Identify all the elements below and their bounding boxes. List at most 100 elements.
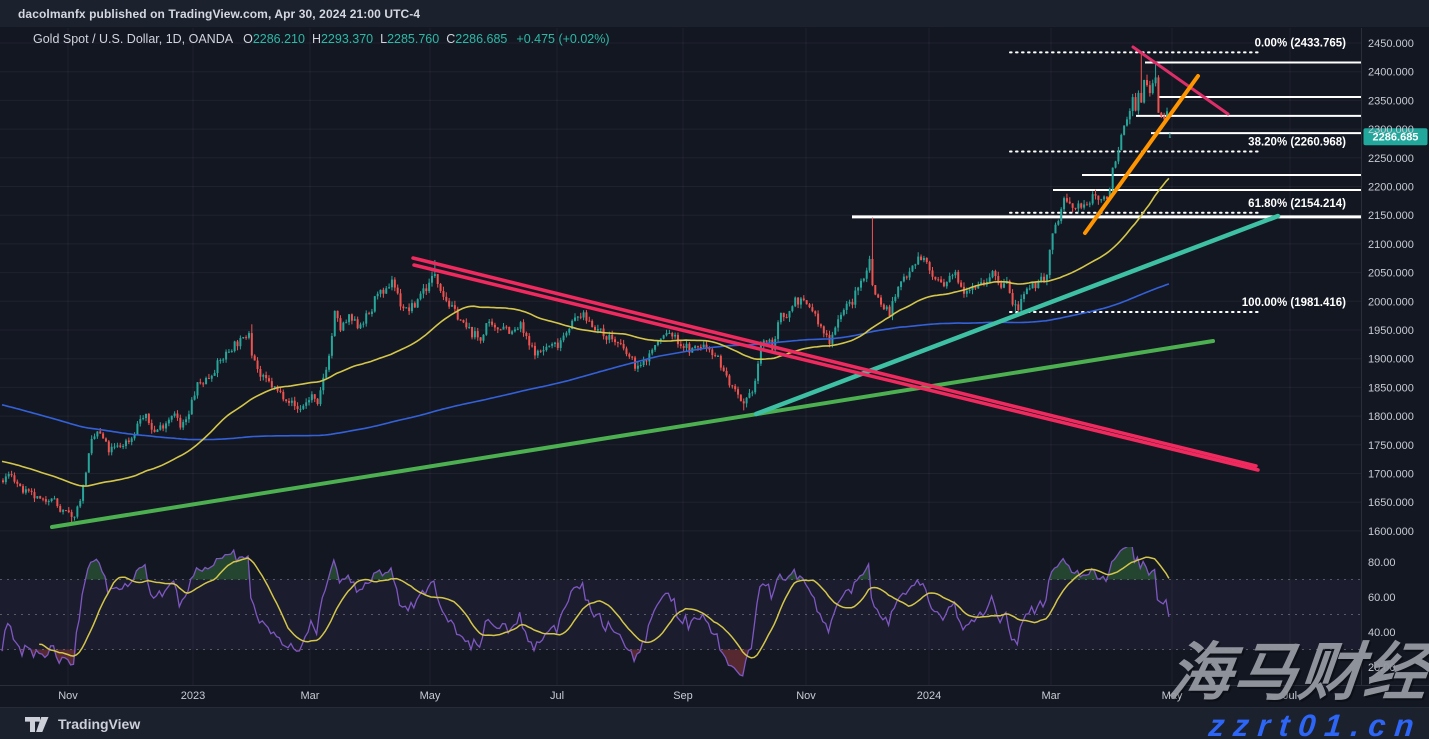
candle-body — [480, 337, 482, 340]
candle-body — [966, 291, 968, 294]
teal-trendline[interactable] — [756, 216, 1278, 414]
ohlc-open-value: 2286.210 — [253, 32, 305, 46]
rsi-tick-label: 20.00 — [1368, 662, 1396, 674]
candle-body — [182, 422, 184, 427]
time-tick-label: Mar — [301, 690, 320, 702]
candle-body — [871, 259, 873, 285]
candle-body — [348, 314, 350, 322]
tradingview-brand-text[interactable]: TradingView — [58, 716, 140, 732]
time-axis[interactable]: Nov2023MarMayJulSepNov2024MarMayJul — [58, 690, 1297, 702]
candle-body — [503, 327, 505, 330]
green-trendline[interactable] — [52, 341, 1213, 527]
candle-body — [711, 350, 713, 356]
ohlc-low-value: 2285.760 — [387, 32, 439, 46]
symbol-legend[interactable]: Gold Spot / U.S. Dollar, 1D, OANDA O2286… — [33, 31, 610, 47]
candle-body — [911, 266, 913, 272]
trendline-drawings — [52, 47, 1278, 527]
candle-body — [437, 274, 439, 284]
candle-body — [174, 414, 176, 416]
time-tick-label: 2023 — [181, 690, 205, 702]
chart-canvas[interactable]: 0.00% (2433.765)38.20% (2260.968)61.80% … — [0, 0, 1429, 739]
candle-body — [239, 338, 241, 346]
candle-body — [53, 498, 55, 499]
candle-body — [728, 376, 730, 386]
candle-body — [517, 329, 519, 330]
candle-body — [903, 277, 905, 282]
candle-body — [1163, 116, 1165, 119]
candle-body — [814, 311, 816, 313]
candle-body — [1060, 209, 1062, 221]
candle-body — [537, 351, 539, 356]
candle-body — [1054, 225, 1056, 234]
candle-body — [382, 290, 384, 294]
candle-body — [957, 272, 959, 283]
candle-body — [474, 331, 476, 337]
candle-body — [119, 445, 121, 446]
candle-body — [786, 317, 788, 318]
crimson-channel-lower[interactable] — [414, 265, 1258, 470]
candle-body — [834, 328, 836, 335]
ohlc-close-label: C — [446, 32, 455, 46]
candle-body — [11, 474, 13, 475]
candle-body — [1075, 208, 1077, 209]
candle-body — [1117, 150, 1119, 161]
candle-body — [1157, 77, 1159, 112]
candle-body — [13, 475, 15, 481]
candle-body — [271, 381, 273, 387]
candle-body — [168, 420, 170, 424]
time-tick-label: Jul — [1283, 690, 1297, 702]
candle-body — [196, 382, 198, 395]
tradingview-logo-icon[interactable] — [24, 716, 50, 733]
candle-body — [897, 287, 899, 297]
candle-body — [374, 296, 376, 311]
candle-body — [242, 337, 244, 338]
candle-body — [720, 356, 722, 368]
candle-body — [923, 258, 925, 260]
candle-body — [259, 369, 261, 377]
candle-body — [511, 331, 513, 334]
candle-body — [102, 434, 104, 439]
candle-body — [508, 327, 510, 334]
candle-body — [422, 288, 424, 293]
candle-body — [254, 356, 256, 361]
candle-body — [394, 280, 396, 288]
change-value: +0.475 (+0.02%) — [516, 32, 609, 46]
candle-body — [111, 447, 113, 452]
candle-body — [1032, 282, 1034, 288]
fib-level-label: 61.80% (2154.214) — [1248, 198, 1346, 210]
candle-body — [548, 346, 550, 347]
price-axis[interactable]: 2450.0002400.0002350.0002300.0002250.000… — [1368, 38, 1414, 674]
price-tick-label: 1750.000 — [1368, 440, 1414, 452]
candle-body — [445, 297, 447, 301]
candle-body — [208, 378, 210, 379]
candle-body — [71, 512, 73, 517]
candle-body — [268, 378, 270, 381]
candle-body — [225, 352, 227, 360]
candle-body — [614, 339, 616, 342]
candle-body — [19, 484, 21, 486]
candle-body — [780, 313, 782, 322]
candle-body — [817, 314, 819, 325]
candle-body — [932, 270, 934, 276]
candle-body — [494, 325, 496, 328]
crimson-channel-upper[interactable] — [413, 258, 1256, 466]
candle-body — [874, 285, 876, 294]
candle-body — [1160, 113, 1162, 116]
candle-body — [623, 344, 625, 349]
candle-body — [1120, 135, 1122, 150]
candle-body — [408, 307, 410, 311]
candle-body — [380, 290, 382, 294]
candle-body — [1169, 137, 1171, 138]
candle-body — [766, 341, 768, 342]
candle-body — [299, 409, 301, 410]
candle-body — [79, 501, 81, 507]
candle-body — [265, 375, 267, 378]
fib-level-label: 0.00% (2433.765) — [1255, 37, 1347, 49]
candle-body — [162, 425, 164, 428]
candle-body — [743, 401, 745, 403]
candle-body — [746, 398, 748, 404]
candle-body — [608, 335, 610, 340]
candle-body — [371, 312, 373, 314]
candle-body — [16, 482, 18, 484]
candle-body — [674, 335, 676, 337]
